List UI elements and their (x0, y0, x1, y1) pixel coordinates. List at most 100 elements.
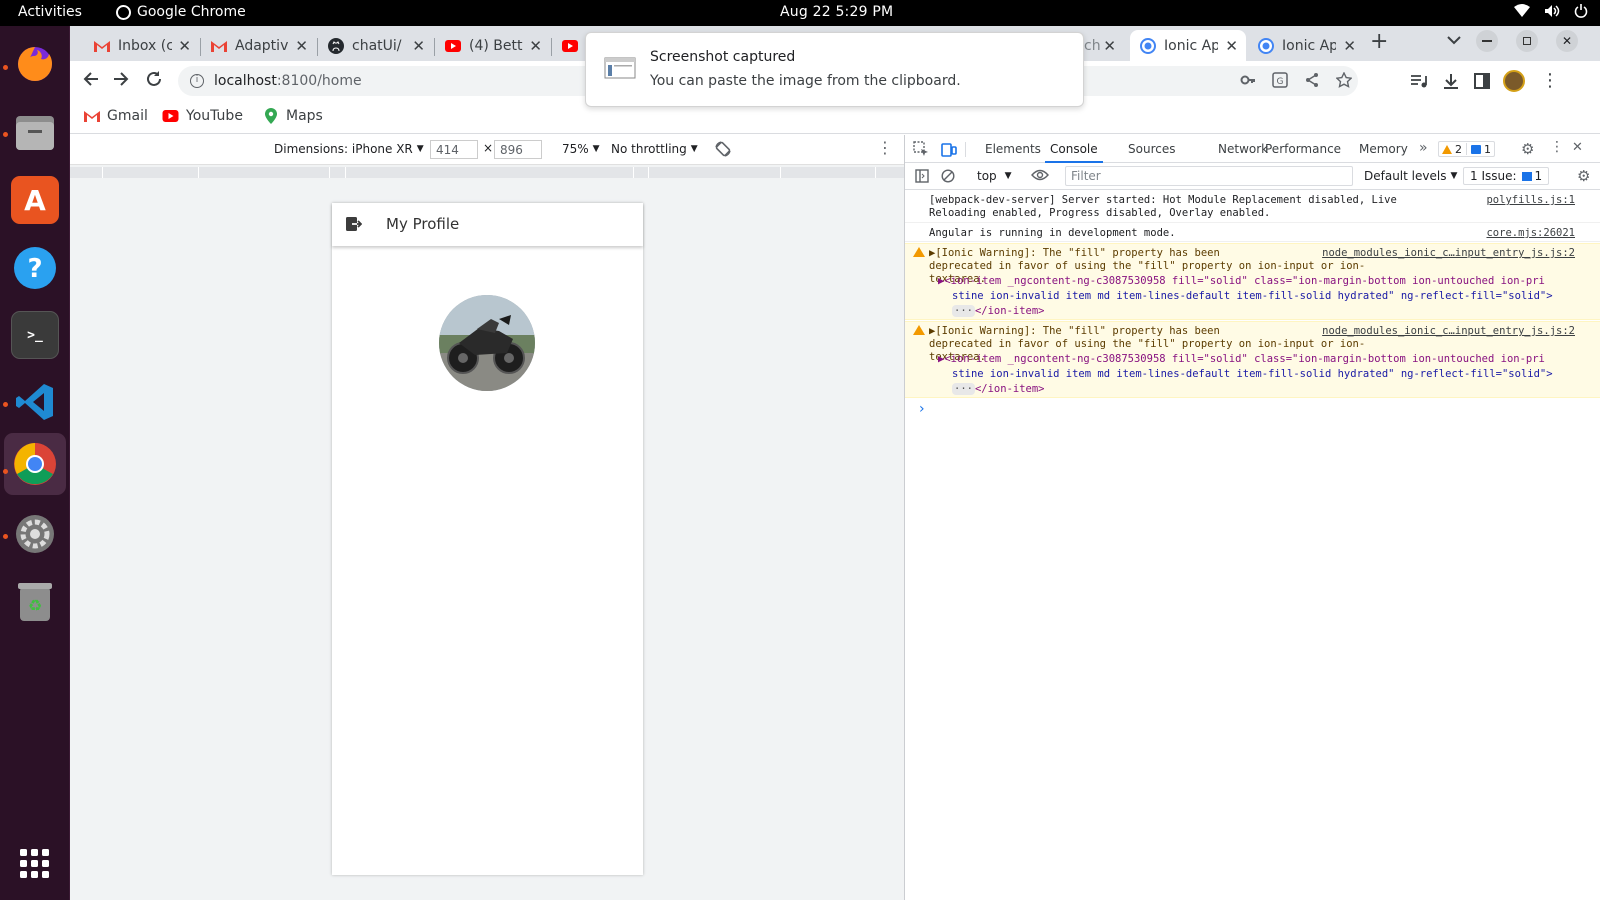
reload-icon[interactable] (145, 70, 163, 92)
tab-inbox[interactable]: Inbox (c ✕ (84, 30, 199, 61)
console-filter-input[interactable]: Filter (1065, 166, 1353, 186)
side-panel-icon[interactable] (1474, 73, 1490, 93)
help-icon[interactable]: ? (11, 244, 59, 292)
console-prompt[interactable]: › (919, 401, 925, 417)
show-apps-icon[interactable] (11, 840, 59, 888)
context-select[interactable]: top ▼ (977, 169, 1012, 183)
device-more-icon[interactable]: ⋮ (877, 138, 893, 157)
tab-title: Ionic Ap (1282, 37, 1336, 54)
console-toolbar: top ▼ Filter Default levels ▼ 1 Issue: 1 ⚙ (905, 163, 1600, 190)
close-icon[interactable]: ✕ (178, 37, 191, 55)
ellipsis-icon[interactable]: ··· (952, 383, 975, 395)
ellipsis-icon[interactable]: ··· (952, 305, 975, 317)
tab-ionic[interactable]: Ionic Ap ✕ (1248, 30, 1364, 61)
throttling-select[interactable]: No throttling ▼ (611, 142, 698, 156)
close-icon[interactable]: ✕ (412, 37, 425, 55)
chrome-icon[interactable] (4, 433, 66, 495)
files-icon[interactable] (11, 108, 59, 156)
close-icon[interactable]: ✕ (1225, 37, 1238, 55)
tab-partial[interactable]: ch ✕ (1084, 30, 1124, 61)
tab-performance[interactable]: Performance (1265, 135, 1341, 163)
key-icon[interactable] (1240, 72, 1256, 92)
bookmark-gmail[interactable]: Gmail (84, 108, 148, 124)
power-icon (1574, 4, 1588, 22)
warnings-badge[interactable]: 2 1 (1438, 141, 1495, 157)
screenshot-notification[interactable]: Screenshot captured You can paste the im… (585, 32, 1084, 107)
download-icon[interactable] (1442, 72, 1460, 94)
media-icon[interactable] (1410, 73, 1428, 93)
info-icon[interactable]: i (190, 74, 204, 88)
tab-chatui[interactable]: chatUi/ ✕ (318, 30, 433, 61)
close-icon[interactable]: ✕ (529, 37, 542, 55)
dimensions-select[interactable]: Dimensions: iPhone XR ▼ (274, 142, 424, 156)
tab-console[interactable]: Console (1045, 135, 1103, 163)
console-settings-icon[interactable]: ⚙ (1577, 167, 1590, 185)
menu-icon[interactable]: ⋮ (1541, 70, 1559, 91)
live-expression-eye-icon[interactable] (1031, 168, 1049, 185)
sidebar-toggle-icon[interactable] (915, 169, 929, 186)
console-warning[interactable]: ▶[Ionic Warning]: The "fill" property ha… (905, 243, 1600, 320)
more-tabs-icon[interactable]: » (1419, 140, 1428, 156)
activities-button[interactable]: Activities (18, 4, 82, 20)
wifi-icon (1514, 4, 1530, 22)
terminal-icon[interactable]: >_ (11, 311, 59, 359)
log-levels-select[interactable]: Default levels ▼ (1364, 169, 1457, 183)
tab-elements[interactable]: Elements (985, 135, 1041, 163)
tab-memory[interactable]: Memory (1359, 135, 1408, 163)
profile-avatar[interactable] (1503, 70, 1525, 92)
share-icon[interactable] (1304, 72, 1320, 92)
clock[interactable]: Aug 22 5:29 PM (780, 4, 893, 20)
tab-sources[interactable]: Sources (1128, 135, 1175, 163)
close-icon[interactable]: ✕ (295, 37, 308, 55)
firefox-icon[interactable] (11, 40, 59, 88)
device-toggle-icon[interactable] (941, 141, 957, 160)
tab-title: Adaptiv (235, 37, 289, 54)
zoom-select[interactable]: 75% ▼ (562, 142, 600, 156)
source-link[interactable]: polyfills.js:1 (1486, 194, 1575, 207)
translate-icon[interactable]: G (1272, 72, 1288, 92)
trash-icon[interactable]: ♻ (11, 578, 59, 626)
app-center-icon[interactable]: A (11, 176, 59, 224)
width-input[interactable]: 414 (430, 140, 478, 159)
close-window-button[interactable]: ✕ (1556, 30, 1578, 52)
source-link[interactable]: node_modules_ionic_c…input_entry_js.js:2 (1322, 247, 1575, 260)
tab-adaptive[interactable]: Adaptiv ✕ (201, 30, 316, 61)
tab-ionic-active[interactable]: Ionic Ap ✕ (1130, 30, 1246, 61)
profile-photo[interactable] (439, 295, 535, 391)
system-tray[interactable] (1514, 4, 1588, 22)
source-link[interactable]: node_modules_ionic_c…input_entry_js.js:2 (1322, 325, 1575, 338)
media-query-ruler[interactable] (70, 165, 904, 180)
devtools-menu-icon[interactable]: ⋮ (1550, 139, 1564, 155)
tab-youtube-1[interactable]: (4) Bett ✕ (435, 30, 550, 61)
new-tab-button[interactable]: + (1370, 29, 1388, 54)
bookmark-star-icon[interactable] (1335, 71, 1353, 92)
back-icon[interactable] (82, 70, 100, 92)
github-icon (328, 37, 344, 54)
logout-icon[interactable] (346, 217, 363, 235)
close-icon[interactable]: ✕ (1343, 37, 1356, 55)
tab-network[interactable]: Network (1218, 135, 1268, 163)
issues-button[interactable]: 1 Issue: 1 (1463, 167, 1550, 185)
height-input[interactable]: 896 (494, 140, 542, 159)
bookmark-youtube[interactable]: YouTube (162, 108, 243, 124)
app-menu[interactable]: Google Chrome (116, 4, 246, 20)
restore-button[interactable] (1516, 30, 1538, 52)
source-link[interactable]: core.mjs:26021 (1486, 227, 1575, 240)
close-icon[interactable]: ✕ (1103, 37, 1116, 55)
inspect-icon[interactable] (913, 141, 929, 160)
devtools-settings-icon[interactable]: ⚙ (1521, 140, 1534, 158)
devtools-tabbar: Elements Console Sources Network Perform… (905, 135, 1600, 163)
tab-search-icon[interactable] (1447, 34, 1461, 49)
element-reference[interactable]: ▶<ion-item _ngcontent-ng-c3087530958 fil… (938, 275, 1578, 288)
svg-text:?: ? (27, 254, 42, 284)
element-reference[interactable]: ▶<ion-item _ngcontent-ng-c3087530958 fil… (938, 353, 1578, 366)
console-warning[interactable]: ▶[Ionic Warning]: The "fill" property ha… (905, 321, 1600, 398)
forward-icon[interactable] (112, 70, 130, 92)
minimize-button[interactable] (1476, 30, 1498, 52)
devtools-close-icon[interactable]: ✕ (1572, 140, 1583, 155)
rotate-icon[interactable] (714, 140, 732, 161)
bookmark-maps[interactable]: Maps (265, 108, 323, 124)
settings-icon[interactable] (11, 510, 59, 558)
vscode-icon[interactable] (11, 378, 59, 426)
clear-console-icon[interactable] (941, 169, 955, 186)
